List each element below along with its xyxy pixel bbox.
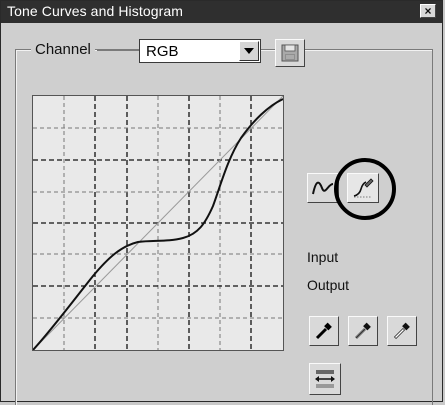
close-button[interactable]: × [420,4,436,18]
group-divider [97,50,139,51]
floppy-disk-icon [281,44,299,62]
smooth-curve-icon [312,181,334,195]
save-curve-button[interactable] [275,39,305,67]
gray-eyedropper-icon [354,322,371,340]
tone-curve-canvas[interactable] [32,95,284,351]
black-point-eyedropper-button[interactable] [309,316,339,346]
freehand-pen-icon [353,178,374,198]
chevron-down-icon [244,48,254,54]
auto-adjust-icon [315,370,335,388]
tone-curve-graph[interactable] [32,95,284,351]
white-point-eyedropper-button[interactable] [387,316,417,346]
freehand-curve-button[interactable] [347,173,379,203]
channel-select[interactable]: RGB [139,39,261,63]
smooth-curve-button[interactable] [307,173,339,203]
black-eyedropper-icon [315,322,332,340]
channel-select-value: RGB [146,43,179,60]
auto-adjust-button[interactable] [309,363,341,395]
tone-curves-window: Tone Curves and Histogram × Channel RGB [0,0,443,405]
close-icon: × [424,4,432,18]
title-bar[interactable]: Tone Curves and Histogram × [1,1,442,23]
white-eyedropper-icon [393,322,410,340]
output-label: Output [307,277,350,293]
window-title: Tone Curves and Histogram [7,3,184,19]
channel-label: Channel [31,41,95,58]
input-label: Input [307,249,339,265]
gray-point-eyedropper-button[interactable] [348,316,378,346]
channel-select-dropdown[interactable] [239,41,259,61]
